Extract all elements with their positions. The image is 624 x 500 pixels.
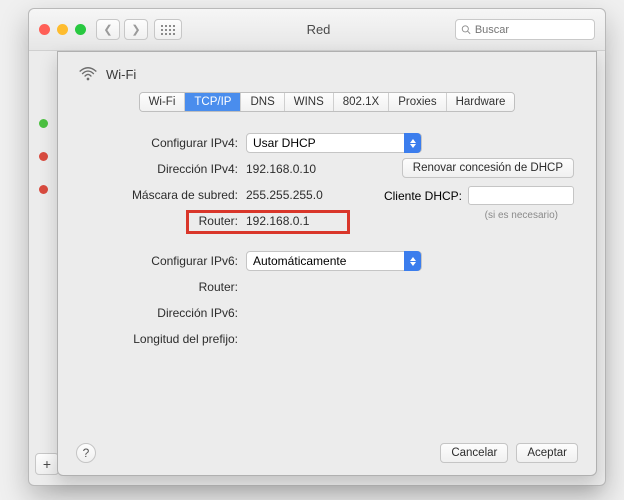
- config-ipv4-select[interactable]: Usar DHCP: [246, 133, 422, 153]
- search-field[interactable]: [455, 19, 595, 40]
- dhcp-hint: (si es necesario): [485, 210, 558, 221]
- system-preferences-window: ❮ ❯ Red +: [28, 8, 606, 486]
- label-subnet-mask: Máscara de subred:: [78, 188, 246, 202]
- search-icon: [461, 24, 471, 35]
- label-config-ipv6: Configurar IPv6:: [78, 254, 246, 268]
- value-router: 192.168.0.1: [246, 214, 309, 228]
- tab-8021x[interactable]: 802.1X: [334, 93, 389, 111]
- config-ipv6-value: Automáticamente: [253, 254, 346, 268]
- show-all-button[interactable]: [154, 19, 182, 40]
- label-router: Router:: [78, 214, 246, 228]
- tab-dns[interactable]: DNS: [241, 93, 284, 111]
- label-router-ipv6: Router:: [78, 280, 246, 294]
- renew-dhcp-button[interactable]: Renovar concesión de DHCP: [402, 158, 574, 178]
- tabs-container: Wi-Fi TCP/IP DNS WINS 802.1X Proxies Har…: [78, 92, 576, 112]
- tab-proxies[interactable]: Proxies: [389, 93, 446, 111]
- label-ipv4-address: Dirección IPv4:: [78, 162, 246, 176]
- label-config-ipv4: Configurar IPv4:: [78, 136, 246, 150]
- label-prefix-length: Longitud del prefijo:: [78, 332, 246, 346]
- tcpip-form: Configurar IPv4: Usar DHCP Dirección IPv…: [78, 130, 576, 352]
- search-input[interactable]: [475, 24, 589, 36]
- nav-buttons: ❮ ❯: [96, 19, 148, 40]
- wifi-icon: [78, 66, 98, 82]
- chevron-updown-icon: [404, 251, 421, 271]
- back-button[interactable]: ❮: [96, 19, 120, 40]
- network-service-dots: [39, 119, 48, 194]
- tab-wifi[interactable]: Wi-Fi: [140, 93, 186, 111]
- chevron-updown-icon: [404, 133, 421, 153]
- grid-icon: [161, 25, 175, 35]
- label-dhcp-client: Cliente DHCP:: [384, 189, 462, 203]
- cancel-button[interactable]: Cancelar: [440, 443, 508, 463]
- window-traffic-lights: [39, 24, 86, 35]
- forward-button[interactable]: ❯: [124, 19, 148, 40]
- label-ipv6-address: Dirección IPv6:: [78, 306, 246, 320]
- window-body: + Wi-Fi Wi-Fi TCP/IP DNS: [29, 51, 605, 485]
- minimize-icon[interactable]: [57, 24, 68, 35]
- interface-name: Wi-Fi: [106, 67, 136, 82]
- interface-header: Wi-Fi: [78, 66, 576, 82]
- advanced-sheet: Wi-Fi Wi-Fi TCP/IP DNS WINS 802.1X Proxi…: [57, 51, 597, 476]
- config-ipv4-value: Usar DHCP: [253, 136, 316, 150]
- config-ipv6-select[interactable]: Automáticamente: [246, 251, 422, 271]
- value-ipv4-address: 192.168.0.10: [246, 162, 316, 176]
- close-icon[interactable]: [39, 24, 50, 35]
- titlebar: ❮ ❯ Red: [29, 9, 605, 51]
- tab-hardware[interactable]: Hardware: [447, 93, 515, 111]
- zoom-icon[interactable]: [75, 24, 86, 35]
- value-subnet-mask: 255.255.255.0: [246, 188, 323, 202]
- status-dot-disconnected-icon: [39, 152, 48, 161]
- dhcp-client-row: Cliente DHCP:: [384, 186, 574, 205]
- help-button[interactable]: ?: [76, 443, 96, 463]
- window-title: Red: [182, 22, 455, 37]
- add-service-button[interactable]: +: [35, 453, 59, 475]
- tab-wins[interactable]: WINS: [285, 93, 334, 111]
- sheet-footer: ? Cancelar Aceptar: [58, 443, 596, 463]
- tabbar: Wi-Fi TCP/IP DNS WINS 802.1X Proxies Har…: [139, 92, 516, 112]
- status-dot-connected-icon: [39, 119, 48, 128]
- tab-tcpip[interactable]: TCP/IP: [185, 93, 241, 111]
- status-dot-disconnected-icon: [39, 185, 48, 194]
- dhcp-client-input[interactable]: [468, 186, 574, 205]
- ok-button[interactable]: Aceptar: [516, 443, 578, 463]
